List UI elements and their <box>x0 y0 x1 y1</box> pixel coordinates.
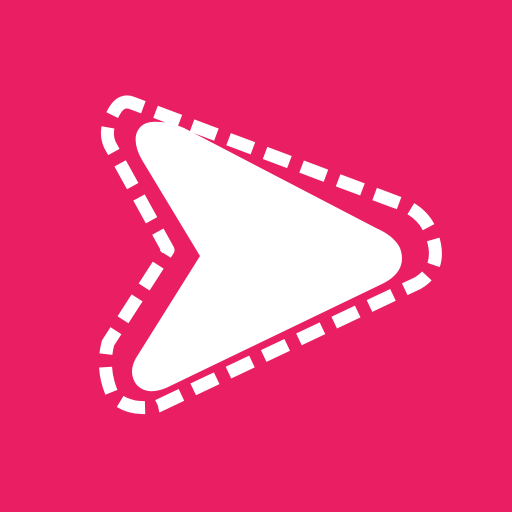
play-arrow-stitched-icon <box>0 0 512 512</box>
app-icon <box>0 0 512 512</box>
